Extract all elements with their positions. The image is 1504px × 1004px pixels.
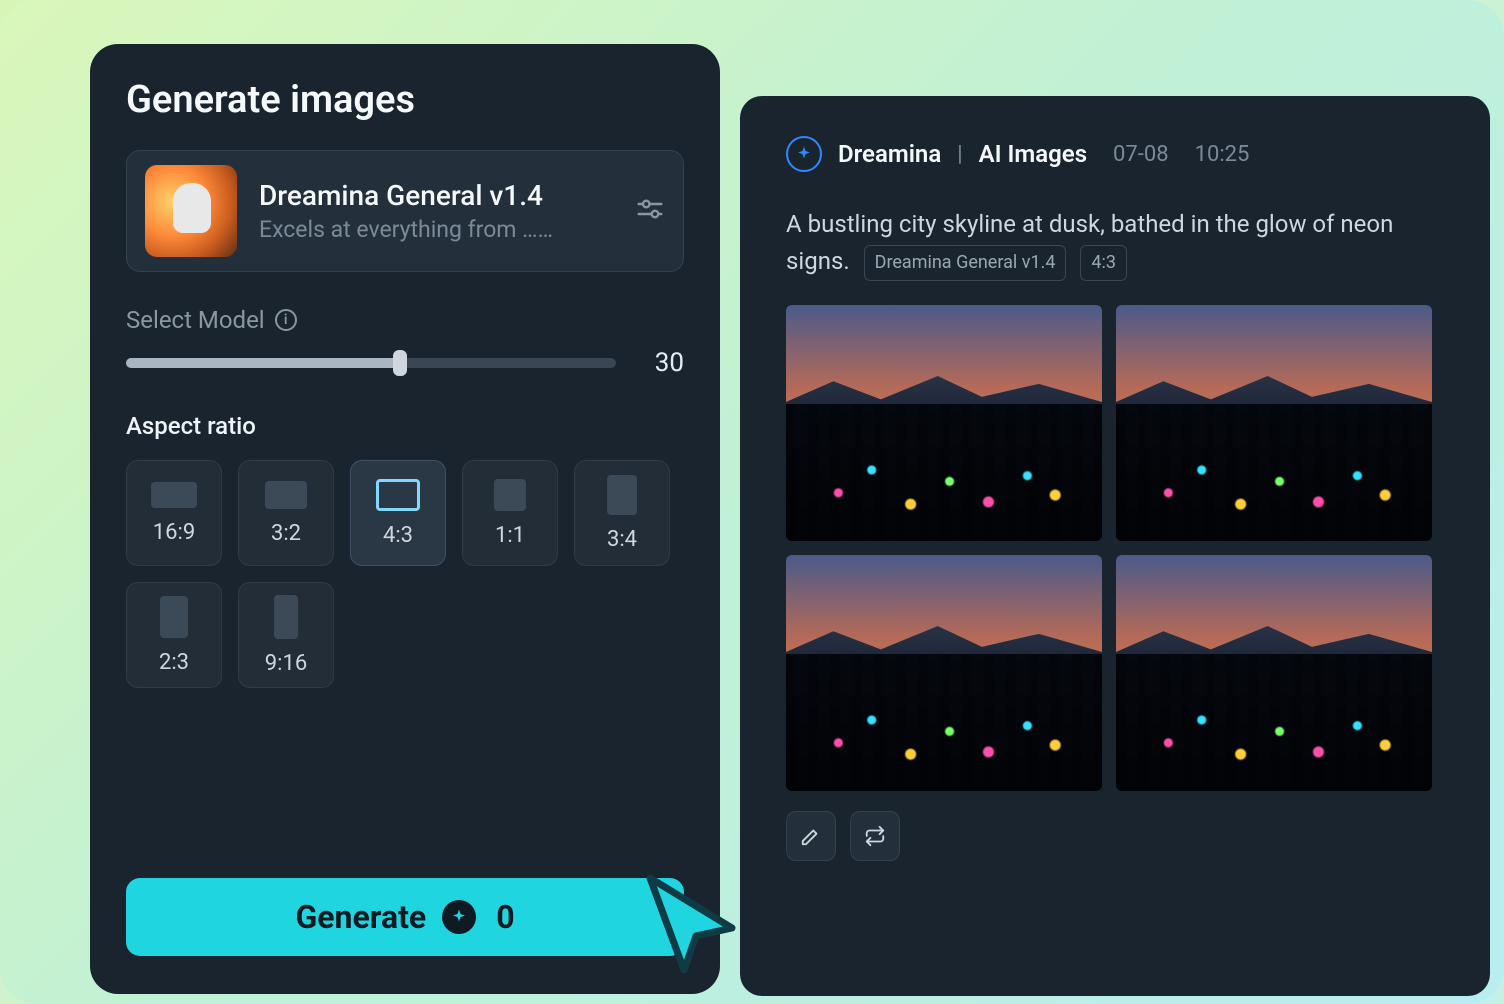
cursor-icon bbox=[640, 870, 740, 980]
result-image-3[interactable] bbox=[786, 555, 1102, 791]
regenerate-button[interactable] bbox=[850, 811, 900, 861]
result-header: Dreamina | AI Images 07-08 10:25 bbox=[786, 136, 1444, 172]
model-description: Excels at everything from …… bbox=[259, 216, 613, 243]
aspect-ratio-grid: 16:9 3:2 4:3 1:1 3:4 2:3 9:16 bbox=[126, 460, 684, 688]
aspect-ratio-label: Aspect ratio bbox=[126, 412, 684, 440]
generate-label: Generate bbox=[295, 898, 426, 936]
generate-count: 0 bbox=[496, 898, 514, 936]
sliders-icon[interactable] bbox=[635, 194, 665, 228]
aspect-ratio-2-3[interactable]: 2:3 bbox=[126, 582, 222, 688]
ratio-shape-icon bbox=[274, 595, 298, 639]
aspect-ratio-9-16[interactable]: 9:16 bbox=[238, 582, 334, 688]
ratio-label: 4:3 bbox=[383, 523, 413, 548]
edit-button[interactable] bbox=[786, 811, 836, 861]
brand-name: Dreamina bbox=[838, 140, 941, 168]
section-name: AI Images bbox=[979, 140, 1087, 168]
slider-value: 30 bbox=[644, 348, 684, 378]
model-text: Dreamina General v1.4 Excels at everythi… bbox=[259, 179, 613, 243]
slider-fill bbox=[126, 358, 400, 368]
ratio-shape-icon bbox=[151, 482, 197, 508]
aspect-ratio-16-9[interactable]: 16:9 bbox=[126, 460, 222, 566]
model-tag: Dreamina General v1.4 bbox=[864, 245, 1067, 281]
ratio-label: 3:4 bbox=[607, 527, 637, 552]
info-icon[interactable]: i bbox=[275, 309, 297, 331]
ratio-shape-icon bbox=[265, 481, 307, 509]
brand-separator: | bbox=[957, 142, 962, 167]
app-canvas: Generate images Dreamina General v1.4 Ex… bbox=[0, 0, 1504, 1004]
result-actions bbox=[786, 811, 1444, 861]
panel-title: Generate images bbox=[126, 78, 684, 122]
result-time: 10:25 bbox=[1195, 142, 1250, 167]
result-image-1[interactable] bbox=[786, 305, 1102, 541]
ratio-label: 1:1 bbox=[495, 523, 525, 548]
slider-handle[interactable] bbox=[393, 350, 407, 376]
result-image-2[interactable] bbox=[1116, 305, 1432, 541]
model-slider-row: 30 bbox=[126, 348, 684, 378]
model-thumbnail bbox=[145, 165, 237, 257]
ratio-shape-icon bbox=[607, 475, 637, 515]
select-model-label: Select Model bbox=[126, 306, 265, 334]
result-gallery bbox=[786, 305, 1444, 791]
aspect-ratio-1-1[interactable]: 1:1 bbox=[462, 460, 558, 566]
result-date: 07-08 bbox=[1113, 142, 1169, 167]
ratio-label: 16:9 bbox=[153, 520, 195, 545]
aspect-ratio-3-2[interactable]: 3:2 bbox=[238, 460, 334, 566]
aspect-ratio-3-4[interactable]: 3:4 bbox=[574, 460, 670, 566]
aspect-ratio-4-3[interactable]: 4:3 bbox=[350, 460, 446, 566]
model-name: Dreamina General v1.4 bbox=[259, 179, 613, 212]
prompt-row: A bustling city skyline at dusk, bathed … bbox=[786, 206, 1444, 281]
ratio-shape-icon bbox=[376, 479, 420, 511]
result-image-4[interactable] bbox=[1116, 555, 1432, 791]
model-slider[interactable] bbox=[126, 358, 616, 368]
sparkle-icon bbox=[442, 900, 476, 934]
ratio-label: 2:3 bbox=[159, 650, 189, 675]
result-panel: Dreamina | AI Images 07-08 10:25 A bustl… bbox=[740, 96, 1490, 996]
generate-panel: Generate images Dreamina General v1.4 Ex… bbox=[90, 44, 720, 994]
model-selector[interactable]: Dreamina General v1.4 Excels at everythi… bbox=[126, 150, 684, 272]
ratio-label: 3:2 bbox=[271, 521, 301, 546]
select-model-row: Select Model i bbox=[126, 306, 684, 334]
ratio-tag: 4:3 bbox=[1080, 245, 1127, 281]
sparkle-badge-icon bbox=[786, 136, 822, 172]
ratio-shape-icon bbox=[160, 596, 188, 638]
ratio-label: 9:16 bbox=[265, 651, 307, 676]
generate-button[interactable]: Generate 0 bbox=[126, 878, 684, 956]
ratio-shape-icon bbox=[494, 479, 526, 511]
